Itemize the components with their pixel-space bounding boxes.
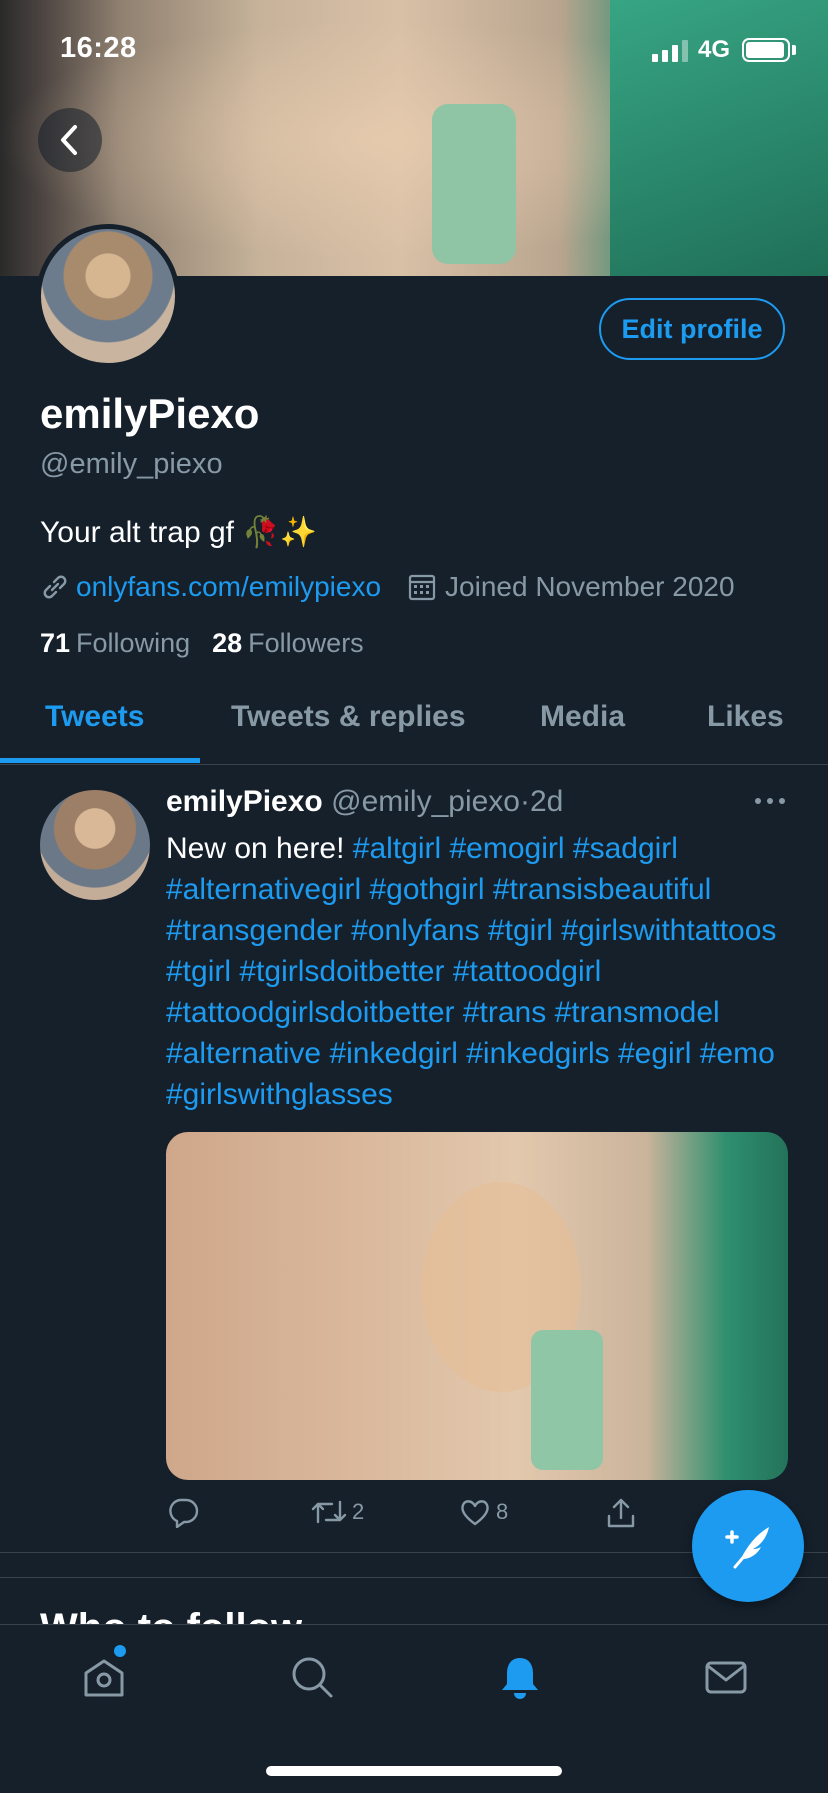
- tweet-media-image[interactable]: [166, 1132, 788, 1480]
- more-icon[interactable]: [752, 786, 788, 816]
- reply-icon: [169, 1498, 199, 1528]
- hashtag-link[interactable]: #transisbeautiful: [493, 873, 711, 906]
- edit-profile-button[interactable]: Edit profile: [599, 298, 785, 360]
- like-button[interactable]: 8: [458, 1496, 508, 1528]
- following-label: Following: [76, 628, 191, 658]
- hashtag-link[interactable]: #egirl: [618, 1037, 691, 1070]
- hashtag-link[interactable]: #transmodel: [555, 996, 720, 1029]
- profile-meta: onlyfans.com/emilypiexo Joined November …: [40, 570, 735, 604]
- back-button[interactable]: [38, 108, 102, 172]
- tweet-actions: 2 8: [166, 1496, 726, 1536]
- like-count: 8: [496, 1499, 509, 1524]
- profile-bio: Your alt trap gf 🥀✨: [40, 516, 318, 549]
- follow-counts: 71 Following 28 Followers: [40, 628, 386, 659]
- retweet-icon: [311, 1500, 347, 1524]
- home-notification-dot: [114, 1645, 126, 1657]
- tweet-separator: ·: [519, 785, 530, 818]
- tweet-hashtags: #altgirl #emogirl #sadgirl #alternativeg…: [166, 832, 776, 1111]
- notifications-icon: [502, 1658, 538, 1699]
- status-time: 16:28: [60, 32, 137, 64]
- tweet-time: 2d: [529, 785, 564, 818]
- media-phone: [531, 1330, 603, 1470]
- hashtag-link[interactable]: #tattoodgirlsdoitbetter: [166, 996, 455, 1029]
- nav-messages[interactable]: [702, 1653, 750, 1701]
- like-icon: [461, 1500, 489, 1526]
- hashtag-link[interactable]: #onlyfans: [351, 914, 479, 947]
- nav-search[interactable]: [288, 1653, 336, 1701]
- hashtag-link[interactable]: #trans: [463, 996, 546, 1029]
- active-tab-indicator: [0, 758, 200, 763]
- reply-button[interactable]: [166, 1496, 200, 1528]
- nav-home[interactable]: [80, 1653, 128, 1701]
- battery-icon: [742, 38, 790, 62]
- followers-label: Followers: [248, 628, 364, 658]
- tab-tweets[interactable]: Tweets: [45, 700, 144, 734]
- tweet-text: New on here! #altgirl #emogirl #sadgirl …: [166, 828, 796, 1115]
- hashtag-link[interactable]: #tattoodgirl: [453, 955, 601, 988]
- hashtag-link[interactable]: #altgirl: [353, 832, 441, 865]
- hashtag-link[interactable]: #transgender: [166, 914, 343, 947]
- hashtag-link[interactable]: #girlswithglasses: [166, 1078, 393, 1111]
- hashtag-link[interactable]: #alternativegirl: [166, 873, 361, 906]
- profile-tabs: Tweets Tweets & replies Media Likes: [0, 682, 828, 765]
- hashtag-link[interactable]: #tgirl: [488, 914, 553, 947]
- compose-icon: [725, 1527, 769, 1569]
- tab-media[interactable]: Media: [540, 700, 625, 734]
- home-indicator: [266, 1766, 562, 1776]
- network-type: 4G: [698, 36, 731, 63]
- retweet-count: 2: [352, 1499, 365, 1524]
- hashtag-link[interactable]: #girlswithtattoos: [561, 914, 776, 947]
- share-icon: [607, 1498, 635, 1528]
- battery-tip: [792, 45, 796, 55]
- profile-avatar[interactable]: [36, 224, 180, 368]
- hashtag-link[interactable]: #emo: [700, 1037, 775, 1070]
- hashtag-link[interactable]: #tgirl: [166, 955, 231, 988]
- compose-tweet-button[interactable]: [692, 1490, 804, 1602]
- hashtag-link[interactable]: #tgirlsdoitbetter: [239, 955, 444, 988]
- tweet-header: emilyPiexo @emily_piexo·2d: [166, 785, 563, 819]
- calendar-icon: [408, 574, 436, 601]
- tweet-author-handle: @emily_piexo: [331, 785, 520, 818]
- tweet-text-intro: New on here!: [166, 832, 345, 865]
- profile-joined: Joined November 2020: [445, 571, 735, 602]
- hashtag-link[interactable]: #gothgirl: [369, 873, 484, 906]
- hashtag-link[interactable]: #inkedgirls: [466, 1037, 609, 1070]
- tab-likes[interactable]: Likes: [707, 700, 784, 734]
- who-to-follow-heading: Who to follow: [40, 1600, 302, 1624]
- share-button[interactable]: [604, 1496, 638, 1530]
- hashtag-link[interactable]: #sadgirl: [573, 832, 678, 865]
- followers-count: 28: [212, 628, 243, 658]
- following-link[interactable]: 71 Following: [40, 628, 212, 659]
- banner-phone: [432, 104, 516, 264]
- nav-notifications[interactable]: [496, 1653, 544, 1701]
- hashtag-link[interactable]: #alternative: [166, 1037, 321, 1070]
- profile-display-name: emilyPiexo: [40, 390, 260, 437]
- profile-link[interactable]: onlyfans.com/emilypiexo: [76, 571, 381, 603]
- retweet-button[interactable]: 2: [310, 1496, 364, 1528]
- messages-icon: [705, 1661, 747, 1694]
- following-count: 71: [40, 628, 71, 658]
- link-icon: [43, 575, 67, 599]
- status-bar: 16:28 4G: [0, 0, 828, 100]
- search-icon: [292, 1657, 333, 1698]
- home-icon: [84, 1659, 124, 1697]
- followers-link[interactable]: 28 Followers: [212, 628, 386, 659]
- tweet-author-name[interactable]: emilyPiexo: [166, 785, 323, 818]
- tweet-avatar[interactable]: [40, 790, 150, 900]
- signal-icon: [652, 40, 688, 62]
- back-icon: [61, 125, 77, 155]
- hashtag-link[interactable]: #emogirl: [450, 832, 565, 865]
- profile-handle: @emily_piexo: [40, 448, 223, 480]
- tab-tweets-replies[interactable]: Tweets & replies: [231, 700, 466, 734]
- hashtag-link[interactable]: #inkedgirl: [329, 1037, 457, 1070]
